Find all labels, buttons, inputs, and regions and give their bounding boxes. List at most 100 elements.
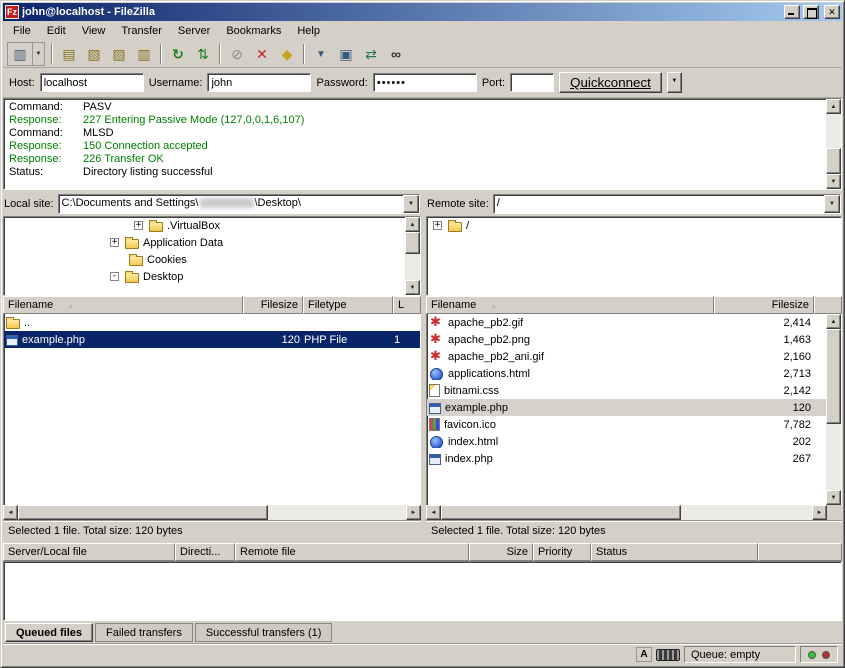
column-header-filename[interactable]: Filename	[3, 296, 243, 314]
maximize-button[interactable]	[803, 5, 819, 19]
tree-item[interactable]: Cookies	[4, 251, 420, 268]
column-header-lastmodified[interactable]: L	[393, 296, 421, 314]
transfer-type-icon[interactable]: A	[636, 647, 652, 662]
activity-indicator-panel	[800, 646, 838, 663]
menu-transfer[interactable]: Transfer	[113, 23, 170, 39]
tree-item[interactable]: +Application Data	[4, 234, 420, 251]
site-manager-button[interactable]: ▼	[7, 42, 45, 66]
column-header-remote-file[interactable]: Remote file	[235, 543, 469, 561]
scroll-left-icon[interactable]: ◄	[3, 505, 18, 520]
main-area: Local site: C:\Documents and Settings\\D…	[3, 193, 842, 540]
tree-expander-icon[interactable]: +	[134, 221, 143, 230]
close-button[interactable]	[824, 5, 840, 19]
censored-username	[200, 198, 254, 208]
tree-expander-icon[interactable]: +	[433, 221, 442, 230]
file-row[interactable]: applications.html2,713	[427, 365, 826, 382]
remote-site-combobox[interactable]: / ▼	[493, 194, 841, 214]
titlebar[interactable]: Fz john@localhost - FileZilla	[3, 3, 842, 21]
site-manager-dropdown-icon[interactable]: ▼	[32, 43, 44, 65]
tab-successful-transfers[interactable]: Successful transfers (1)	[195, 623, 333, 642]
scroll-right-icon[interactable]: ►	[812, 505, 827, 520]
column-header-direction[interactable]: Directi...	[175, 543, 235, 561]
keyboard-icon[interactable]	[656, 649, 680, 661]
combo-dropdown-icon[interactable]: ▼	[403, 195, 419, 213]
menu-server[interactable]: Server	[170, 23, 218, 39]
remote-horizontal-scrollbar[interactable]: ◄ ►	[426, 505, 827, 520]
username-input[interactable]	[207, 73, 311, 92]
menu-file[interactable]: File	[5, 23, 39, 39]
scroll-down-icon[interactable]: ▼	[405, 280, 420, 295]
column-header-filesize[interactable]: Filesize	[714, 296, 814, 314]
synchronized-browsing-icon[interactable]	[359, 43, 383, 65]
scroll-right-icon[interactable]: ►	[406, 505, 421, 520]
menu-bookmarks[interactable]: Bookmarks	[218, 23, 289, 39]
file-row[interactable]: apache_pb2_ani.gif2,160	[427, 348, 826, 365]
scrollbar-thumb[interactable]	[441, 505, 681, 520]
folder-icon	[149, 222, 163, 232]
file-row[interactable]: index.php267	[427, 450, 826, 467]
column-header-status[interactable]: Status	[591, 543, 758, 561]
toggle-message-log-icon[interactable]	[57, 43, 81, 65]
tree-item[interactable]: +/	[427, 217, 841, 234]
process-queue-icon[interactable]	[191, 43, 215, 65]
file-row[interactable]: bitnami.css2,142	[427, 382, 826, 399]
host-input[interactable]	[40, 73, 144, 92]
remote-list-vertical-scrollbar[interactable]: ▲ ▼	[826, 314, 841, 505]
filter-icon[interactable]	[309, 43, 333, 65]
column-header-priority[interactable]: Priority	[533, 543, 591, 561]
compare-directories-icon[interactable]	[334, 43, 358, 65]
menu-view[interactable]: View	[74, 23, 114, 39]
reconnect-icon[interactable]	[275, 43, 299, 65]
tree-expander-icon[interactable]: +	[110, 238, 119, 247]
file-row[interactable]: apache_pb2.png1,463	[427, 331, 826, 348]
scrollbar-thumb[interactable]	[826, 329, 841, 424]
file-row[interactable]: index.html202	[427, 433, 826, 450]
tree-expander-icon[interactable]: -	[110, 272, 119, 281]
column-header-server-local-file[interactable]: Server/Local file	[3, 543, 175, 561]
cancel-operation-icon[interactable]	[225, 43, 249, 65]
disconnect-icon[interactable]	[250, 43, 274, 65]
scroll-down-icon[interactable]: ▼	[826, 174, 841, 189]
file-row[interactable]: apache_pb2.gif2,414	[427, 314, 826, 331]
file-row-selected[interactable]: example.php 120 PHP File 1	[4, 331, 420, 348]
quickconnect-dropdown-icon[interactable]: ▼	[667, 72, 682, 93]
tab-failed-transfers[interactable]: Failed transfers	[95, 623, 193, 642]
column-header-size[interactable]: Size	[469, 543, 533, 561]
php-file-icon	[429, 403, 441, 414]
scroll-left-icon[interactable]: ◄	[426, 505, 441, 520]
log-line: Command:PASV	[9, 101, 823, 114]
scroll-down-icon[interactable]: ▼	[826, 490, 841, 505]
column-header-filesize[interactable]: Filesize	[243, 296, 303, 314]
window-title: john@localhost - FileZilla	[22, 6, 781, 18]
tree-item[interactable]: -Desktop	[4, 268, 420, 285]
toggle-local-tree-icon[interactable]	[82, 43, 106, 65]
scroll-up-icon[interactable]: ▲	[826, 314, 841, 329]
port-input[interactable]	[510, 73, 554, 92]
combo-dropdown-icon[interactable]: ▼	[824, 195, 840, 213]
column-header-filename[interactable]: Filename	[426, 296, 714, 314]
file-row[interactable]: ..	[4, 314, 420, 331]
scrollbar-thumb[interactable]	[18, 505, 268, 520]
file-row[interactable]: favicon.ico7,782	[427, 416, 826, 433]
column-header-filetype[interactable]: Filetype	[303, 296, 393, 314]
local-site-combobox[interactable]: C:\Documents and Settings\\Desktop\ ▼	[58, 194, 420, 214]
scrollbar-thumb[interactable]	[405, 232, 420, 254]
tree-item[interactable]: +.VirtualBox	[4, 217, 420, 234]
refresh-icon[interactable]	[166, 43, 190, 65]
local-horizontal-scrollbar[interactable]: ◄ ►	[3, 505, 421, 520]
minimize-button[interactable]	[784, 5, 800, 19]
local-tree-vertical-scrollbar[interactable]: ▲ ▼	[405, 217, 420, 295]
tab-queued-files[interactable]: Queued files	[5, 623, 93, 642]
scrollbar-thumb[interactable]	[826, 148, 841, 174]
scroll-up-icon[interactable]: ▲	[405, 217, 420, 232]
menu-help[interactable]: Help	[289, 23, 328, 39]
password-input[interactable]	[373, 73, 477, 92]
quickconnect-button[interactable]: Quickconnect	[559, 72, 662, 93]
find-files-icon[interactable]	[384, 43, 408, 65]
scroll-up-icon[interactable]: ▲	[826, 99, 841, 114]
log-vertical-scrollbar[interactable]: ▲ ▼	[826, 99, 841, 189]
toggle-queue-icon[interactable]	[132, 43, 156, 65]
toggle-remote-tree-icon[interactable]	[107, 43, 131, 65]
file-row-selected[interactable]: example.php120	[427, 399, 826, 416]
menu-edit[interactable]: Edit	[39, 23, 74, 39]
